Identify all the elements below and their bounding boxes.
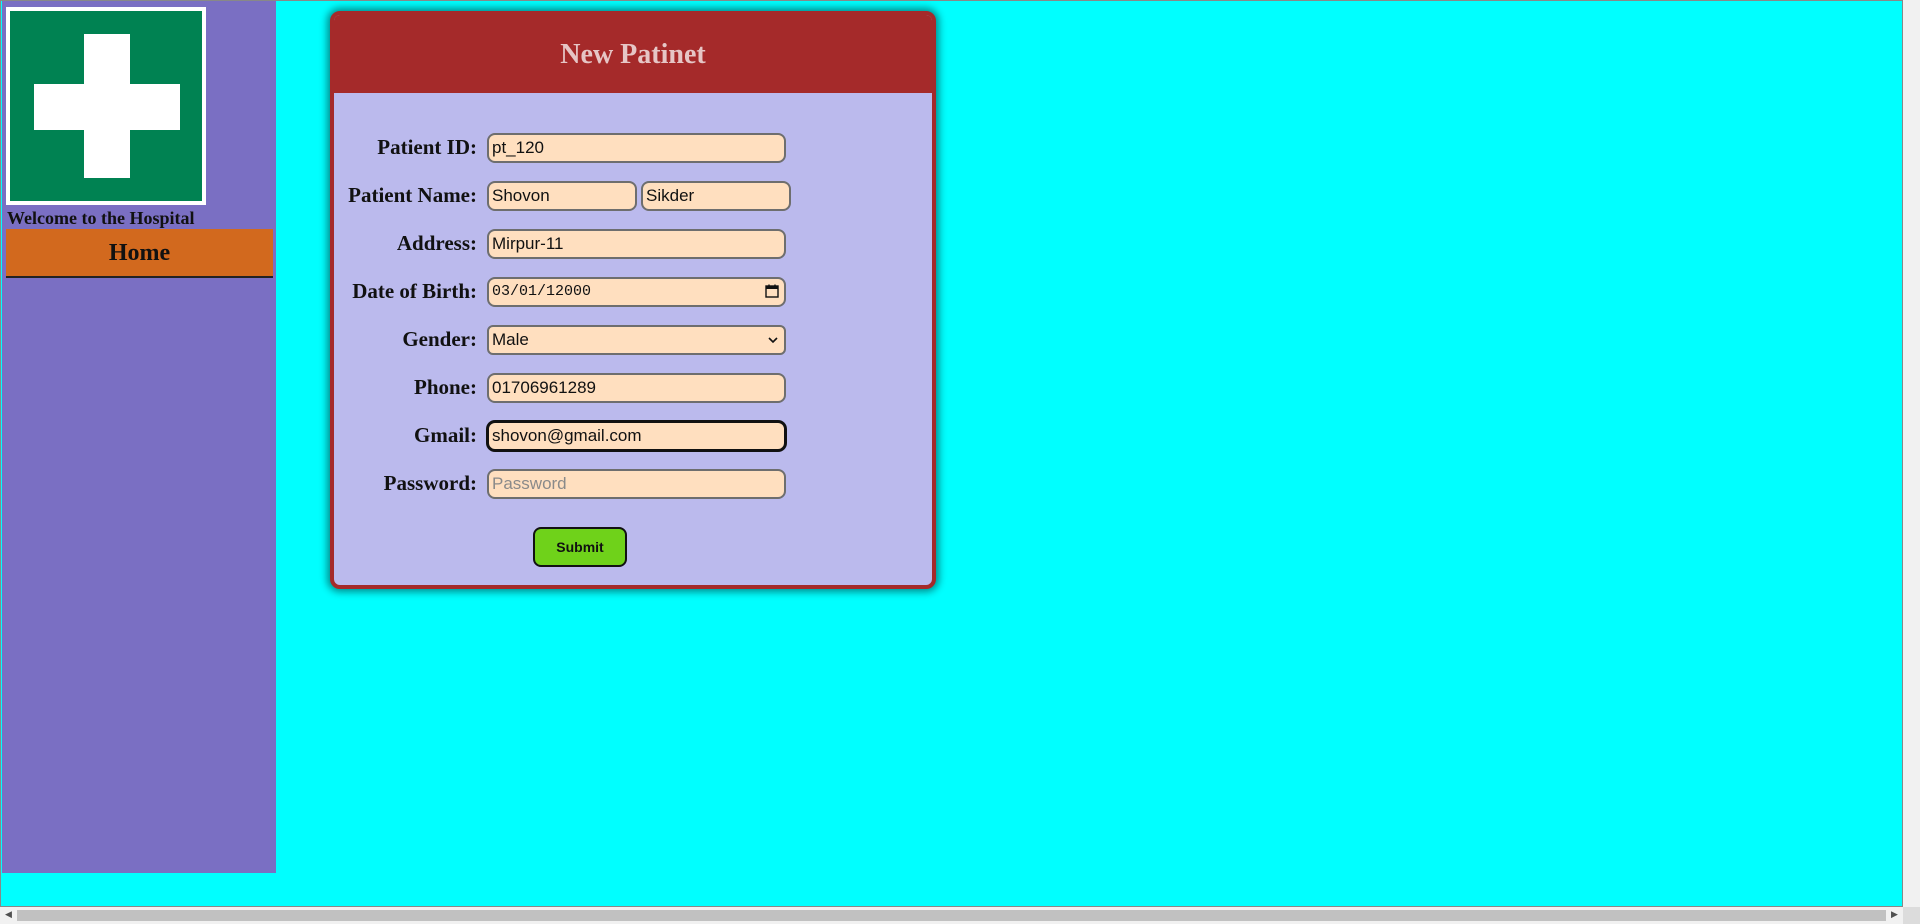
address-row: Address:: [334, 227, 932, 259]
patient-id-label: Patient ID:: [377, 135, 477, 159]
password-row: Password:: [334, 467, 932, 499]
last-name-input[interactable]: [641, 181, 791, 211]
scrollbar-corner: [1903, 907, 1920, 924]
phone-input[interactable]: [487, 373, 786, 403]
gmail-row: Gmail:: [334, 419, 932, 451]
password-label: Password:: [383, 471, 477, 495]
address-input[interactable]: [487, 229, 786, 259]
gender-select[interactable]: Male: [487, 325, 786, 355]
patient-name-label: Patient Name:: [348, 183, 477, 207]
calendar-icon[interactable]: [765, 284, 779, 298]
horizontal-scrollbar[interactable]: ◀ ▶: [0, 907, 1903, 924]
first-name-input[interactable]: [487, 181, 637, 211]
chevron-down-icon: [768, 337, 778, 344]
patient-id-row: Patient ID:: [334, 131, 932, 163]
sidebar: Welcome to the Hospital Home: [2, 1, 276, 873]
home-nav-button[interactable]: Home: [6, 229, 273, 278]
form-title: New Patinet: [334, 15, 932, 93]
medical-cross-icon: [10, 11, 202, 201]
dob-input[interactable]: 03/01/12000: [487, 277, 786, 307]
phone-row: Phone:: [334, 371, 932, 403]
welcome-text: Welcome to the Hospital: [7, 208, 195, 228]
phone-label: Phone:: [414, 375, 477, 399]
scroll-right-icon[interactable]: ▶: [1886, 907, 1903, 924]
horizontal-scroll-thumb[interactable]: [17, 910, 1886, 921]
patient-id-input[interactable]: [487, 133, 786, 163]
page-viewport: Welcome to the Hospital Home New Patinet…: [0, 0, 1903, 907]
vertical-scrollbar[interactable]: [1903, 0, 1920, 907]
gender-label: Gender:: [402, 327, 477, 351]
scroll-left-icon[interactable]: ◀: [0, 907, 17, 924]
gmail-input[interactable]: [487, 421, 786, 451]
gmail-label: Gmail:: [414, 423, 477, 447]
submit-button[interactable]: Submit: [533, 527, 627, 567]
hospital-logo: [6, 7, 206, 205]
dob-row: Date of Birth: 03/01/12000: [334, 275, 932, 307]
patient-name-row: Patient Name:: [334, 179, 932, 211]
gender-selected-value: Male: [492, 330, 529, 349]
new-patient-form: New Patinet Patient ID: Patient Name: Ad…: [330, 11, 936, 589]
address-label: Address:: [396, 231, 477, 255]
dob-label: Date of Birth:: [352, 279, 477, 303]
password-input[interactable]: [487, 469, 786, 499]
gender-row: Gender: Male: [334, 323, 932, 355]
dob-value: 03/01/12000: [492, 283, 592, 300]
